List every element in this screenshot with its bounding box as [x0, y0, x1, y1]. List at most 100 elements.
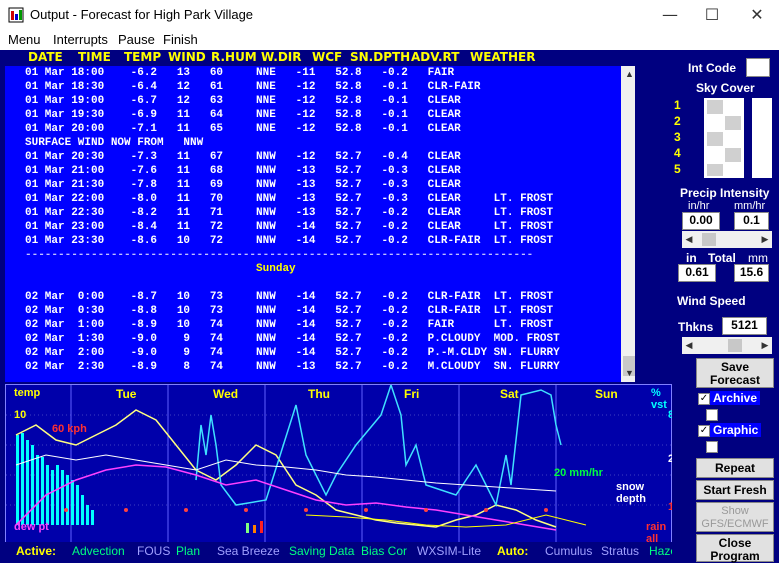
graph-day-sun: Sun — [595, 387, 618, 401]
sky-cover-grid[interactable] — [704, 98, 744, 178]
table-row: 01 Mar 18:30 -6.4 12 61 NNE -12 52.8 -0.… — [25, 81, 481, 93]
sky-level-1: 1 — [674, 98, 681, 112]
precip-slider[interactable]: ◀ ▶ — [682, 231, 772, 248]
close-button[interactable]: ✕ — [742, 4, 772, 26]
table-row: 02 Mar 1:00 -8.9 10 74 NNW -14 52.7 -0.2… — [25, 319, 554, 331]
status-fous: FOUS — [137, 544, 171, 558]
menu-item-menu[interactable]: Menu — [8, 32, 41, 47]
table-row: 01 Mar 20:30 -7.3 11 67 NNW -12 52.7 -0.… — [25, 151, 461, 163]
graph-svg — [6, 382, 671, 545]
sky-cover-label: Sky Cover — [696, 81, 755, 95]
table-scrollbar[interactable]: ▲ ▼ — [621, 66, 635, 382]
table-row: 01 Mar 19:30 -6.9 11 64 NNE -12 52.8 -0.… — [25, 109, 461, 121]
inhr-label: in/hr — [688, 200, 710, 212]
minimize-button[interactable]: — — [655, 4, 685, 26]
graph-wind-label: 60 kph — [52, 423, 87, 435]
graph-day-tue: Tue — [116, 387, 137, 401]
status-bar: Active: Advection FOUS Plan Sea Breeze S… — [0, 542, 680, 562]
table-row: SURFACE WIND NOW FROM NNW — [25, 137, 204, 149]
status-cumulus: Cumulus — [545, 544, 593, 558]
col-rhum: R.HUM — [211, 50, 257, 64]
save-forecast-button[interactable]: Save Forecast — [696, 358, 774, 388]
graph-snow-label: snow depth — [616, 481, 646, 505]
col-sndpth: SN.DPTH — [350, 50, 411, 64]
active-label: Active: — [16, 544, 57, 558]
rain-bars — [16, 433, 94, 525]
graph-day-thu: Thu — [308, 387, 330, 401]
main-area: DATE TIME TEMP WIND R.HUM W.DIR WCF SN.D… — [0, 50, 779, 563]
table-row: 02 Mar 2:30 -8.9 8 74 NNW -13 52.7 -0.2 … — [25, 361, 560, 373]
thkns-label: Thkns — [678, 320, 714, 334]
show-gfs-ecmwf-button[interactable]: Show GFS/ECMWF — [696, 502, 774, 532]
col-wcf: WCF — [312, 50, 343, 64]
table-row: 01 Mar 22:00 -8.0 11 70 NNW -13 52.7 -0.… — [25, 193, 554, 205]
total-mm-label: mm — [748, 251, 768, 265]
scroll-down-icon[interactable]: ▼ — [621, 365, 635, 382]
graph-day-wed: Wed — [213, 387, 239, 401]
auto-label: Auto: — [497, 544, 529, 558]
table-row: 01 Mar 19:00 -6.7 12 63 NNE -12 52.8 -0.… — [25, 95, 461, 107]
forecast-graph: temp 10 60 kph dew pt Tue Wed Thu Fri Sa… — [5, 382, 680, 546]
temp-line — [15, 409, 557, 528]
archive-label[interactable]: Archive — [710, 391, 761, 405]
graph-temp-label: temp — [14, 387, 41, 399]
forecast-table: DATE TIME TEMP WIND R.HUM W.DIR WCF SN.D… — [5, 50, 635, 382]
status-bias-cor: Bias Cor — [361, 544, 408, 558]
precip-intensity-label: Precip Intensity — [680, 186, 770, 200]
status-wxsim-lite: WXSIM-Lite — [417, 544, 482, 558]
graph-day-fri: Fri — [404, 387, 420, 401]
table-row: 02 Mar 0:00 -8.7 10 73 NNW -14 52.7 -0.2… — [25, 291, 554, 303]
table-row: 02 Mar 1:30 -9.0 9 74 NNW -14 52.7 -0.2 … — [25, 333, 560, 345]
graph-precip-label: 20 mm/hr — [554, 467, 603, 479]
table-row: 02 Mar 0:30 -8.8 10 73 NNW -14 52.7 -0.2… — [25, 305, 554, 317]
table-row: 02 Mar 2:00 -9.0 9 74 NNW -14 52.7 -0.2 … — [25, 347, 560, 359]
repeat-button[interactable]: Repeat — [696, 458, 774, 478]
graph-dew-label: dew pt — [14, 521, 49, 533]
scroll-up-icon[interactable]: ▲ — [621, 66, 635, 83]
start-fresh-button[interactable]: Start Fresh — [696, 480, 774, 500]
col-advrt: ADV.RT — [411, 50, 460, 64]
status-plan: Plan — [176, 544, 201, 558]
mmhr-label: mm/hr — [734, 200, 766, 212]
graph-temp-value: 10 — [14, 409, 27, 421]
table-row: 01 Mar 20:00 -7.1 11 65 NNE -12 52.8 -0.… — [25, 123, 461, 135]
graphic-label[interactable]: Graphic — [710, 423, 762, 437]
table-row: 01 Mar 21:30 -7.8 11 69 NNW -13 52.7 -0.… — [25, 179, 461, 191]
window-title: Output - Forecast for High Park Village — [30, 7, 254, 22]
total-in-value: 0.61 — [678, 264, 716, 282]
table-row: ----------------------------------------… — [25, 249, 534, 261]
menu-item-finish[interactable]: Finish — [163, 32, 198, 47]
table-row: 01 Mar 22:30 -8.2 11 71 NNW -13 52.7 -0.… — [25, 207, 554, 219]
thkns-input[interactable]: 5121 — [722, 317, 767, 335]
int-code-label: Int Code — [688, 61, 736, 75]
menu-bar: Menu Interrupts Pause Finish — [0, 30, 779, 50]
archive-sub-checkbox[interactable] — [706, 409, 718, 421]
graphic-checkbox[interactable]: ✓ — [698, 425, 710, 437]
menu-item-interrupts[interactable]: Interrupts — [53, 32, 108, 47]
col-time: TIME — [78, 50, 111, 64]
precip-in-input[interactable]: 0.00 — [682, 212, 720, 230]
thkns-slider[interactable]: ◀ ▶ — [682, 337, 772, 354]
status-advection: Advection — [72, 544, 125, 558]
control-panel: Int Code Sky Cover 1 2 3 4 5 Precip Inte… — [672, 50, 779, 563]
table-row: 01 Mar 21:00 -7.6 11 68 NNW -13 52.7 -0.… — [25, 165, 461, 177]
total-label: Total — [708, 251, 736, 265]
maximize-button[interactable]: ☐ — [697, 4, 727, 26]
sky-level-2: 2 — [674, 114, 681, 128]
col-wind: WIND — [168, 50, 206, 64]
precip-mm-input[interactable]: 0.1 — [734, 212, 769, 230]
menu-item-pause[interactable]: Pause — [118, 32, 155, 47]
sky-level-3: 3 — [674, 130, 681, 144]
sky-level-4: 4 — [674, 146, 681, 160]
status-sea-breeze: Sea Breeze — [217, 544, 280, 558]
col-date: DATE — [28, 50, 63, 64]
table-row: Sunday — [25, 263, 296, 275]
graphic-sub-checkbox[interactable] — [706, 441, 718, 453]
graph-day-sat: Sat — [500, 387, 519, 401]
int-code-input[interactable] — [746, 58, 770, 77]
table-row: 01 Mar 23:30 -8.6 10 72 NNW -14 52.7 -0.… — [25, 235, 554, 247]
total-mm-value: 15.6 — [734, 264, 769, 282]
close-program-button[interactable]: Close Program — [696, 534, 774, 563]
archive-checkbox[interactable]: ✓ — [698, 393, 710, 405]
sky-cover-scroll[interactable] — [752, 98, 772, 178]
